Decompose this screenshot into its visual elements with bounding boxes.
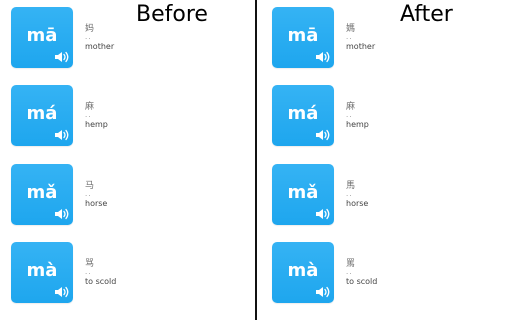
english-gloss: mother xyxy=(346,42,376,51)
audio-card-ma3[interactable]: mǎ xyxy=(272,164,334,225)
audio-card-ma1[interactable]: mā xyxy=(272,7,334,68)
speaker-icon[interactable] xyxy=(55,208,69,220)
english-gloss: horse xyxy=(85,199,108,208)
word-info: 麻 .. hemp xyxy=(85,102,108,130)
speaker-icon[interactable] xyxy=(55,51,69,63)
english-gloss: to scold xyxy=(85,277,117,286)
english-gloss: to scold xyxy=(346,277,378,286)
speaker-icon[interactable] xyxy=(316,208,330,220)
speaker-icon[interactable] xyxy=(316,286,330,298)
word-info: 骂 .. to scold xyxy=(85,259,116,287)
word-info: 妈 .. mother xyxy=(85,24,114,52)
pinyin-label: mā xyxy=(26,25,58,46)
speaker-icon[interactable] xyxy=(55,129,69,141)
audio-card-ma1[interactable]: mā xyxy=(11,7,73,68)
hint-dots: .. xyxy=(85,190,92,198)
hint-dots: .. xyxy=(346,33,353,41)
audio-card-ma4[interactable]: mà xyxy=(11,242,73,303)
english-gloss: hemp xyxy=(346,120,369,129)
pinyin-label: mǎ xyxy=(287,182,319,203)
hint-dots: .. xyxy=(85,268,92,276)
word-info: 马 .. horse xyxy=(85,181,107,209)
word-info: 罵 .. to scold xyxy=(346,259,377,287)
audio-card-ma3[interactable]: mǎ xyxy=(11,164,73,225)
speaker-icon[interactable] xyxy=(316,51,330,63)
pinyin-label: má xyxy=(287,103,319,124)
pinyin-label: má xyxy=(26,103,58,124)
pinyin-label: mā xyxy=(287,25,319,46)
hint-dots: .. xyxy=(85,33,92,41)
english-gloss: hemp xyxy=(85,120,108,129)
word-info: 馬 .. horse xyxy=(346,181,368,209)
hint-dots: .. xyxy=(346,268,353,276)
word-info: 媽 .. mother xyxy=(346,24,375,52)
pinyin-label: mà xyxy=(26,260,58,281)
after-panel: After mā 媽 .. mother má 麻 .. hemp mǎ 馬 .… xyxy=(257,0,512,320)
panel-title: Before xyxy=(136,2,208,27)
audio-card-ma2[interactable]: má xyxy=(272,85,334,146)
english-gloss: mother xyxy=(85,42,115,51)
english-gloss: horse xyxy=(346,199,369,208)
speaker-icon[interactable] xyxy=(55,286,69,298)
audio-card-ma2[interactable]: má xyxy=(11,85,73,146)
word-info: 麻 .. hemp xyxy=(346,102,369,130)
speaker-icon[interactable] xyxy=(316,129,330,141)
pinyin-label: mà xyxy=(287,260,319,281)
audio-card-ma4[interactable]: mà xyxy=(272,242,334,303)
hint-dots: .. xyxy=(85,111,92,119)
hint-dots: .. xyxy=(346,111,353,119)
hint-dots: .. xyxy=(346,190,353,198)
pinyin-label: mǎ xyxy=(26,182,58,203)
before-panel: Before mā 妈 .. mother má 麻 .. hemp mǎ 马 … xyxy=(0,0,256,320)
panel-title: After xyxy=(400,2,453,27)
